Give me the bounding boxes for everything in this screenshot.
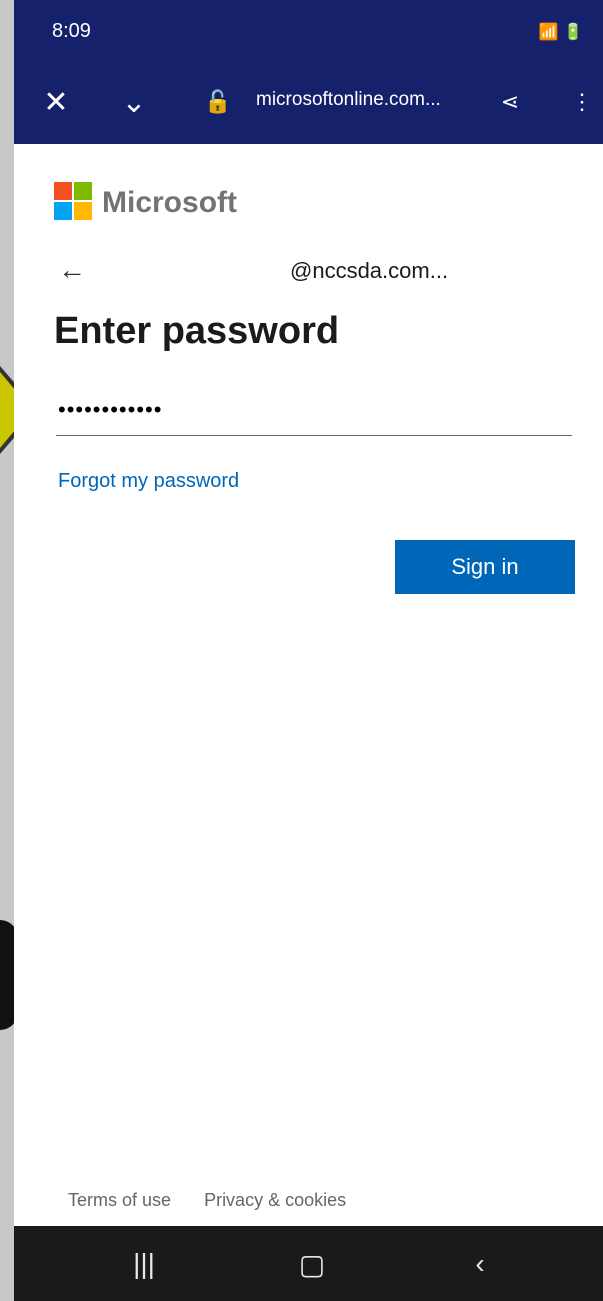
phone-screen: 8:09 📶 🔋 ✕ ⌄ 🔓 microsoftonline.com... ⋖ … [14,0,603,1301]
footer-links: Terms of use Privacy & cookies [68,1190,374,1211]
share-icon[interactable]: ⋖ [490,82,530,122]
sign-in-button[interactable]: Sign in [395,540,575,594]
page-title: Enter password [54,310,340,352]
status-bar: 8:09 📶 🔋 [14,0,603,62]
chevron-down-icon[interactable]: ⌄ [114,82,154,122]
lock-icon[interactable]: 🔓 [198,82,238,122]
status-icons: 📶 🔋 [538,24,583,41]
url-text[interactable]: microsoftonline.com... [256,89,441,111]
recents-icon[interactable]: ||| [124,1248,164,1280]
password-field[interactable] [56,384,572,436]
forgot-password-link[interactable]: Forgot my password [58,470,239,493]
browser-toolbar: ✕ ⌄ 🔓 microsoftonline.com... ⋖ ⋮ [14,62,603,144]
microsoft-wordmark: Microsoft [102,186,237,219]
terms-of-use-link[interactable]: Terms of use [68,1190,171,1210]
close-icon[interactable]: ✕ [36,82,76,122]
privacy-cookies-link[interactable]: Privacy & cookies [204,1190,346,1210]
account-email: @nccsda.com... [290,258,449,283]
more-options-icon[interactable]: ⋮ [562,82,602,122]
microsoft-logo-icon [54,182,92,220]
back-icon[interactable]: ‹ [460,1248,500,1280]
status-time: 8:09 [52,20,91,42]
back-arrow-icon[interactable]: ← [58,252,94,288]
underlying-app-edge [0,0,38,1301]
home-icon[interactable]: ▢ [292,1248,332,1280]
system-nav-bar: ||| ▢ ‹ [14,1226,603,1301]
